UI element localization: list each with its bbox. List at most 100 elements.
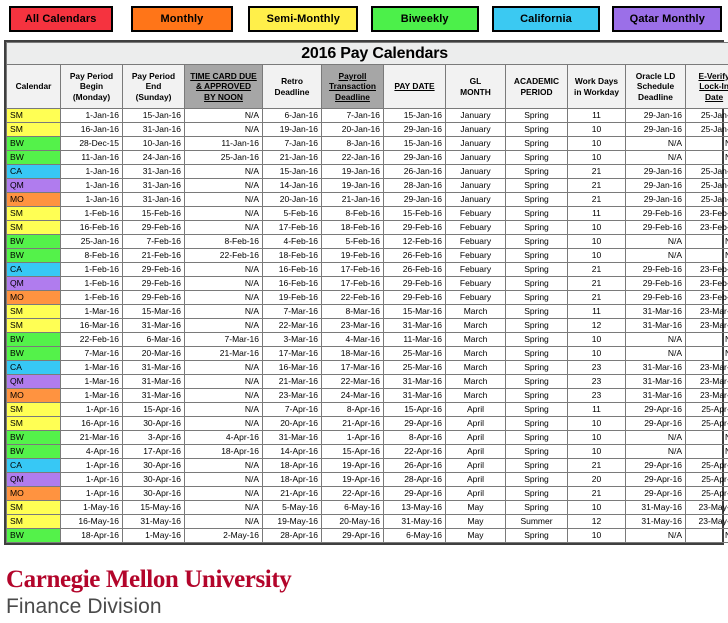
cell-retro-deadline[interactable]: 14-Apr-16 (262, 444, 322, 459)
cell-work-days-in-workday[interactable]: 11 (567, 108, 626, 123)
cell-pay-date[interactable]: 29-Jan-16 (383, 192, 446, 207)
table-row[interactable]: SM 1-May-16 15-May-16 N/A 5-May-16 6-May-16 13… (6, 500, 728, 515)
cell-oracle-ld-schedule-deadline[interactable]: 31-Mar-16 (625, 360, 686, 375)
cell-payroll-transaction-deadline[interactable]: 22-Feb-16 (321, 290, 384, 305)
table-row[interactable]: MO 1-Feb-16 29-Feb-16 N/A 19-Feb-16 22-Feb-16… (6, 290, 728, 305)
cell-time-card-due-approved-by-noon[interactable]: N/A (184, 388, 263, 403)
cell-oracle-ld-schedule-deadline[interactable]: N/A (625, 430, 686, 445)
cell-payroll-transaction-deadline[interactable]: 22-Jan-16 (321, 150, 384, 165)
cell-work-days-in-workday[interactable]: 10 (567, 234, 626, 249)
cell-work-days-in-workday[interactable]: 10 (567, 248, 626, 263)
cell-e-verify-lock-in-date[interactable]: N/A (684, 248, 728, 263)
cell-payroll-transaction-deadline[interactable]: 29-Apr-16 (321, 528, 384, 543)
cell-pay-date[interactable]: 26-Apr-16 (383, 458, 446, 473)
cell-pay-period-begin-monday[interactable]: 18-Apr-16 (60, 528, 123, 543)
column-header-calendar[interactable]: Calendar (6, 64, 61, 109)
cell-pay-date[interactable]: 26-Jan-16 (383, 164, 446, 179)
cell-work-days-in-workday[interactable]: 21 (567, 192, 626, 207)
cell-calendar-type[interactable]: BW (6, 430, 61, 445)
cell-oracle-ld-schedule-deadline[interactable]: 31-Mar-16 (625, 304, 686, 319)
cell-academic-period[interactable]: Spring (505, 164, 568, 179)
cell-pay-period-begin-monday[interactable]: 8-Feb-16 (60, 248, 123, 263)
table-row[interactable]: BW 22-Feb-16 6-Mar-16 7-Mar-16 3-Mar-16 4-Mar… (6, 332, 728, 347)
column-header-oracle-ld-schedule-deadline[interactable]: Oracle LD Schedule Deadline (625, 64, 686, 109)
cell-work-days-in-workday[interactable]: 23 (567, 374, 626, 389)
tab-monthly[interactable]: Monthly (130, 6, 233, 32)
cell-pay-period-end-sunday[interactable]: 3-Apr-16 (122, 430, 185, 445)
cell-time-card-due-approved-by-noon[interactable]: N/A (184, 318, 263, 333)
table-row[interactable]: SM 16-Feb-16 29-Feb-16 N/A 17-Feb-16 18-Feb-1… (6, 220, 728, 235)
cell-oracle-ld-schedule-deadline[interactable]: 31-Mar-16 (625, 388, 686, 403)
cell-payroll-transaction-deadline[interactable]: 17-Feb-16 (321, 262, 384, 277)
tab-all-calendars[interactable]: All Calendars (8, 6, 113, 32)
cell-time-card-due-approved-by-noon[interactable]: N/A (184, 416, 263, 431)
cell-pay-period-end-sunday[interactable]: 30-Apr-16 (122, 486, 185, 501)
cell-gl-month[interactable]: Febuary (445, 234, 506, 249)
cell-pay-period-end-sunday[interactable]: 20-Mar-16 (122, 346, 185, 361)
cell-pay-period-begin-monday[interactable]: 16-Apr-16 (60, 416, 123, 431)
cell-pay-period-begin-monday[interactable]: 22-Feb-16 (60, 332, 123, 347)
cell-calendar-type[interactable]: CA (6, 360, 61, 375)
cell-payroll-transaction-deadline[interactable]: 19-Feb-16 (321, 248, 384, 263)
cell-pay-period-end-sunday[interactable]: 29-Feb-16 (122, 262, 185, 277)
cell-calendar-type[interactable]: SM (6, 108, 61, 123)
cell-gl-month[interactable]: March (445, 304, 506, 319)
cell-retro-deadline[interactable]: 20-Jan-16 (262, 192, 322, 207)
cell-work-days-in-workday[interactable]: 21 (567, 458, 626, 473)
cell-time-card-due-approved-by-noon[interactable]: 18-Apr-16 (184, 444, 263, 459)
cell-gl-month[interactable]: March (445, 388, 506, 403)
column-header-time-card-due-approved-by-noon[interactable]: TIME CARD DUE & APPROVED BY NOON (184, 64, 263, 109)
cell-time-card-due-approved-by-noon[interactable]: 25-Jan-16 (184, 150, 263, 165)
cell-gl-month[interactable]: April (445, 430, 506, 445)
cell-oracle-ld-schedule-deadline[interactable]: 31-Mar-16 (625, 374, 686, 389)
cell-pay-period-end-sunday[interactable]: 21-Feb-16 (122, 248, 185, 263)
table-row[interactable]: QM 1-Mar-16 31-Mar-16 N/A 21-Mar-16 22-Mar-16… (6, 374, 728, 389)
cell-oracle-ld-schedule-deadline[interactable]: N/A (625, 136, 686, 151)
cell-payroll-transaction-deadline[interactable]: 4-Mar-16 (321, 332, 384, 347)
cell-academic-period[interactable]: Spring (505, 234, 568, 249)
column-header-academic-period[interactable]: ACADEMIC PERIOD (505, 64, 568, 109)
table-row[interactable]: SM 1-Jan-16 15-Jan-16 N/A 6-Jan-16 7-Jan-16 15… (6, 108, 728, 123)
cell-pay-period-end-sunday[interactable]: 31-Mar-16 (122, 318, 185, 333)
cell-payroll-transaction-deadline[interactable]: 8-Mar-16 (321, 304, 384, 319)
cell-pay-period-end-sunday[interactable]: 24-Jan-16 (122, 150, 185, 165)
cell-pay-date[interactable]: 12-Feb-16 (383, 234, 446, 249)
cell-work-days-in-workday[interactable]: 23 (567, 388, 626, 403)
column-header-pay-period-begin-monday[interactable]: Pay Period Begin (Monday) (60, 64, 123, 109)
table-row[interactable]: CA 1-Mar-16 31-Mar-16 N/A 16-Mar-16 17-Mar-16… (6, 360, 728, 375)
table-row[interactable]: SM 16-Jan-16 31-Jan-16 N/A 19-Jan-16 20-Jan-1… (6, 122, 728, 137)
cell-oracle-ld-schedule-deadline[interactable]: 29-Jan-16 (625, 108, 686, 123)
cell-pay-date[interactable]: 31-May-16 (383, 514, 446, 529)
cell-pay-period-begin-monday[interactable]: 21-Mar-16 (60, 430, 123, 445)
cell-retro-deadline[interactable]: 19-May-16 (262, 514, 322, 529)
cell-calendar-type[interactable]: QM (6, 472, 61, 487)
cell-calendar-type[interactable]: CA (6, 164, 61, 179)
cell-work-days-in-workday[interactable]: 10 (567, 416, 626, 431)
cell-pay-period-begin-monday[interactable]: 1-May-16 (60, 500, 123, 515)
table-row[interactable]: QM 1-Feb-16 29-Feb-16 N/A 16-Feb-16 17-Feb-16… (6, 276, 728, 291)
column-header-payroll-transaction-deadline[interactable]: Payroll Transaction Deadline (321, 64, 384, 109)
cell-pay-date[interactable]: 15-Jan-16 (383, 136, 446, 151)
column-header-gl-month[interactable]: GL MONTH (445, 64, 506, 109)
cell-work-days-in-workday[interactable]: 10 (567, 528, 626, 543)
table-row[interactable]: BW 28-Dec-15 10-Jan-16 11-Jan-16 7-Jan-16 8-J… (6, 136, 728, 151)
table-row[interactable]: SM 16-Mar-16 31-Mar-16 N/A 22-Mar-16 23-Mar-1… (6, 318, 728, 333)
cell-payroll-transaction-deadline[interactable]: 6-May-16 (321, 500, 384, 515)
cell-pay-period-end-sunday[interactable]: 29-Feb-16 (122, 276, 185, 291)
cell-time-card-due-approved-by-noon[interactable]: N/A (184, 206, 263, 221)
cell-work-days-in-workday[interactable]: 10 (567, 220, 626, 235)
cell-gl-month[interactable]: Febuary (445, 276, 506, 291)
cell-gl-month[interactable]: January (445, 192, 506, 207)
table-row[interactable]: BW 18-Apr-16 1-May-16 2-May-16 28-Apr-16 29-A… (6, 528, 728, 543)
cell-work-days-in-workday[interactable]: 10 (567, 150, 626, 165)
cell-oracle-ld-schedule-deadline[interactable]: 29-Apr-16 (625, 486, 686, 501)
cell-academic-period[interactable]: Spring (505, 472, 568, 487)
cell-pay-period-begin-monday[interactable]: 1-Feb-16 (60, 290, 123, 305)
cell-time-card-due-approved-by-noon[interactable]: 8-Feb-16 (184, 234, 263, 249)
cell-pay-period-begin-monday[interactable]: 4-Apr-16 (60, 444, 123, 459)
cell-time-card-due-approved-by-noon[interactable]: N/A (184, 486, 263, 501)
column-header-pay-date[interactable]: PAY DATE (383, 64, 446, 109)
cell-time-card-due-approved-by-noon[interactable]: N/A (184, 402, 263, 417)
cell-work-days-in-workday[interactable]: 10 (567, 136, 626, 151)
cell-payroll-transaction-deadline[interactable]: 21-Jan-16 (321, 192, 384, 207)
